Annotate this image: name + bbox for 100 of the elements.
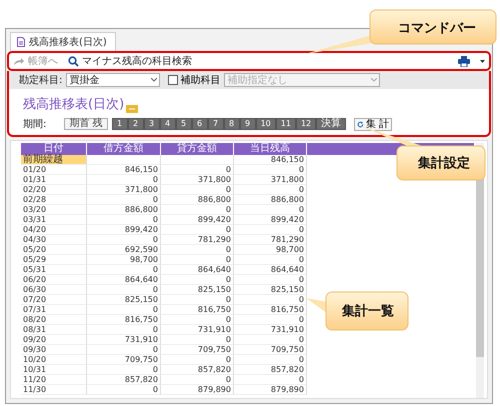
table-cell: 886,800 bbox=[234, 195, 307, 205]
table-cell: 864,640 bbox=[234, 265, 307, 275]
table-cell: 857,820 bbox=[161, 365, 234, 375]
table-cell: 692,590 bbox=[87, 245, 161, 255]
arrow-icon bbox=[13, 56, 25, 66]
table-cell: 825,150 bbox=[161, 285, 234, 295]
table-cell: 03/20 bbox=[21, 205, 87, 215]
table-cell: 0 bbox=[87, 235, 161, 245]
table-cell: 846,150 bbox=[234, 155, 307, 165]
column-header[interactable]: 借方金額 bbox=[87, 143, 161, 155]
period-button[interactable]: 6 bbox=[192, 118, 208, 130]
table-cell: 846,150 bbox=[87, 165, 161, 175]
table-cell: 0 bbox=[234, 295, 307, 305]
chevron-icon bbox=[371, 78, 378, 82]
table-cell: 0 bbox=[161, 245, 234, 255]
caret-icon[interactable] bbox=[480, 60, 485, 62]
table-cell: 0 bbox=[161, 295, 234, 305]
table-cell: 0 bbox=[87, 195, 161, 205]
table-cell: 02/28 bbox=[21, 195, 87, 205]
period-button[interactable]: 5 bbox=[176, 118, 192, 130]
table-cell: 05/31 bbox=[21, 265, 87, 275]
table-cell: 816,750 bbox=[87, 315, 161, 325]
table-cell: 02/20 bbox=[21, 185, 87, 195]
table-cell: 04/30 bbox=[21, 235, 87, 245]
table-cell: 857,820 bbox=[234, 365, 307, 375]
table-cell: 0 bbox=[161, 255, 234, 265]
table-cell: 709,750 bbox=[87, 355, 161, 365]
table-cell: 10/31 bbox=[21, 365, 87, 375]
table-cell: 09/30 bbox=[21, 345, 87, 355]
table-cell: 10/20 bbox=[21, 355, 87, 365]
table-cell: 0 bbox=[234, 225, 307, 235]
table-cell: 0 bbox=[161, 165, 234, 175]
account-label: 勘定科目: bbox=[19, 74, 62, 87]
period-button[interactable]: 2 bbox=[128, 118, 144, 130]
table-cell: 731,910 bbox=[161, 325, 234, 335]
table-cell: 07/31 bbox=[21, 305, 87, 315]
period-button[interactable]: 期首 残 bbox=[64, 118, 108, 130]
table-cell: 886,800 bbox=[161, 195, 234, 205]
period-button[interactable]: 9 bbox=[240, 118, 256, 130]
refresh-icon bbox=[357, 120, 364, 128]
table-cell: 0 bbox=[87, 365, 161, 375]
table-cell: 98,700 bbox=[87, 255, 161, 265]
column-header[interactable]: 当日残高 bbox=[234, 143, 307, 155]
table-cell: 0 bbox=[234, 165, 307, 175]
sub-account-checkbox[interactable]: 補助科目 bbox=[168, 73, 220, 87]
table-cell: 0 bbox=[161, 185, 234, 195]
table-cell: 08/20 bbox=[21, 315, 87, 325]
table-cell: 05/29 bbox=[21, 255, 87, 265]
search-button[interactable]: マイナス残高の科目検索 bbox=[68, 54, 192, 68]
period-button[interactable]: 1 bbox=[112, 118, 128, 130]
print-button[interactable] bbox=[458, 56, 470, 66]
account-select[interactable]: 買掛金 bbox=[66, 73, 160, 87]
column-header[interactable]: 日付 bbox=[21, 143, 87, 155]
period-button[interactable]: 7 bbox=[208, 118, 224, 130]
table-cell: 04/20 bbox=[21, 225, 87, 235]
table-cell: 98,700 bbox=[234, 245, 307, 255]
table-cell: 899,420 bbox=[161, 215, 234, 225]
table-cell: 0 bbox=[87, 345, 161, 355]
period-button[interactable]: 4 bbox=[160, 118, 176, 130]
table-cell: 709,750 bbox=[234, 345, 307, 355]
aggregate-button[interactable]: 集 計 bbox=[354, 118, 392, 130]
period-button[interactable]: 11 bbox=[276, 118, 296, 130]
period-label: 期間: bbox=[23, 118, 46, 131]
chevron-icon bbox=[151, 78, 158, 82]
period-button[interactable]: 12 bbox=[296, 118, 316, 130]
table-cell: 0 bbox=[87, 285, 161, 295]
callout-label: コマンドバー bbox=[398, 20, 476, 37]
table-cell: 731,910 bbox=[87, 335, 161, 345]
table-cell: 731,910 bbox=[234, 325, 307, 335]
period-button[interactable]: 8 bbox=[224, 118, 240, 130]
table-cell: 879,890 bbox=[161, 385, 234, 395]
period-button[interactable]: 決算 bbox=[316, 118, 346, 130]
table-cell: 01/20 bbox=[21, 165, 87, 175]
table-cell: 0 bbox=[234, 315, 307, 325]
column-header[interactable]: 貸方金額 bbox=[161, 143, 234, 155]
table-cell: 0 bbox=[234, 185, 307, 195]
document-icon bbox=[17, 37, 25, 47]
table-cell: 886,800 bbox=[87, 205, 161, 215]
table-cell: 0 bbox=[161, 355, 234, 365]
table-cell: 371,800 bbox=[234, 175, 307, 185]
table-cell: 06/20 bbox=[21, 275, 87, 285]
period-button[interactable]: 10 bbox=[256, 118, 276, 130]
table-cell: 07/20 bbox=[21, 295, 87, 305]
table-cell: 864,640 bbox=[87, 275, 161, 285]
table-cell: 0 bbox=[234, 355, 307, 365]
document-tab[interactable]: 残高推移表(日次) bbox=[10, 32, 116, 51]
table-cell: 879,890 bbox=[234, 385, 307, 395]
table-cell: 857,820 bbox=[87, 375, 161, 385]
table-cell: 01/31 bbox=[21, 175, 87, 185]
table-cell: 前期繰越 bbox=[21, 155, 87, 165]
table-cell: 0 bbox=[161, 315, 234, 325]
period-button[interactable]: 3 bbox=[144, 118, 160, 130]
table-cell: 371,800 bbox=[161, 175, 234, 185]
table-cell: 0 bbox=[161, 375, 234, 385]
table-cell: 0 bbox=[234, 335, 307, 345]
table-cell: 816,750 bbox=[161, 305, 234, 315]
table-cell: 899,420 bbox=[234, 215, 307, 225]
table-cell: 781,290 bbox=[161, 235, 234, 245]
table-cell: 05/20 bbox=[21, 245, 87, 255]
table-cell: 0 bbox=[87, 325, 161, 335]
